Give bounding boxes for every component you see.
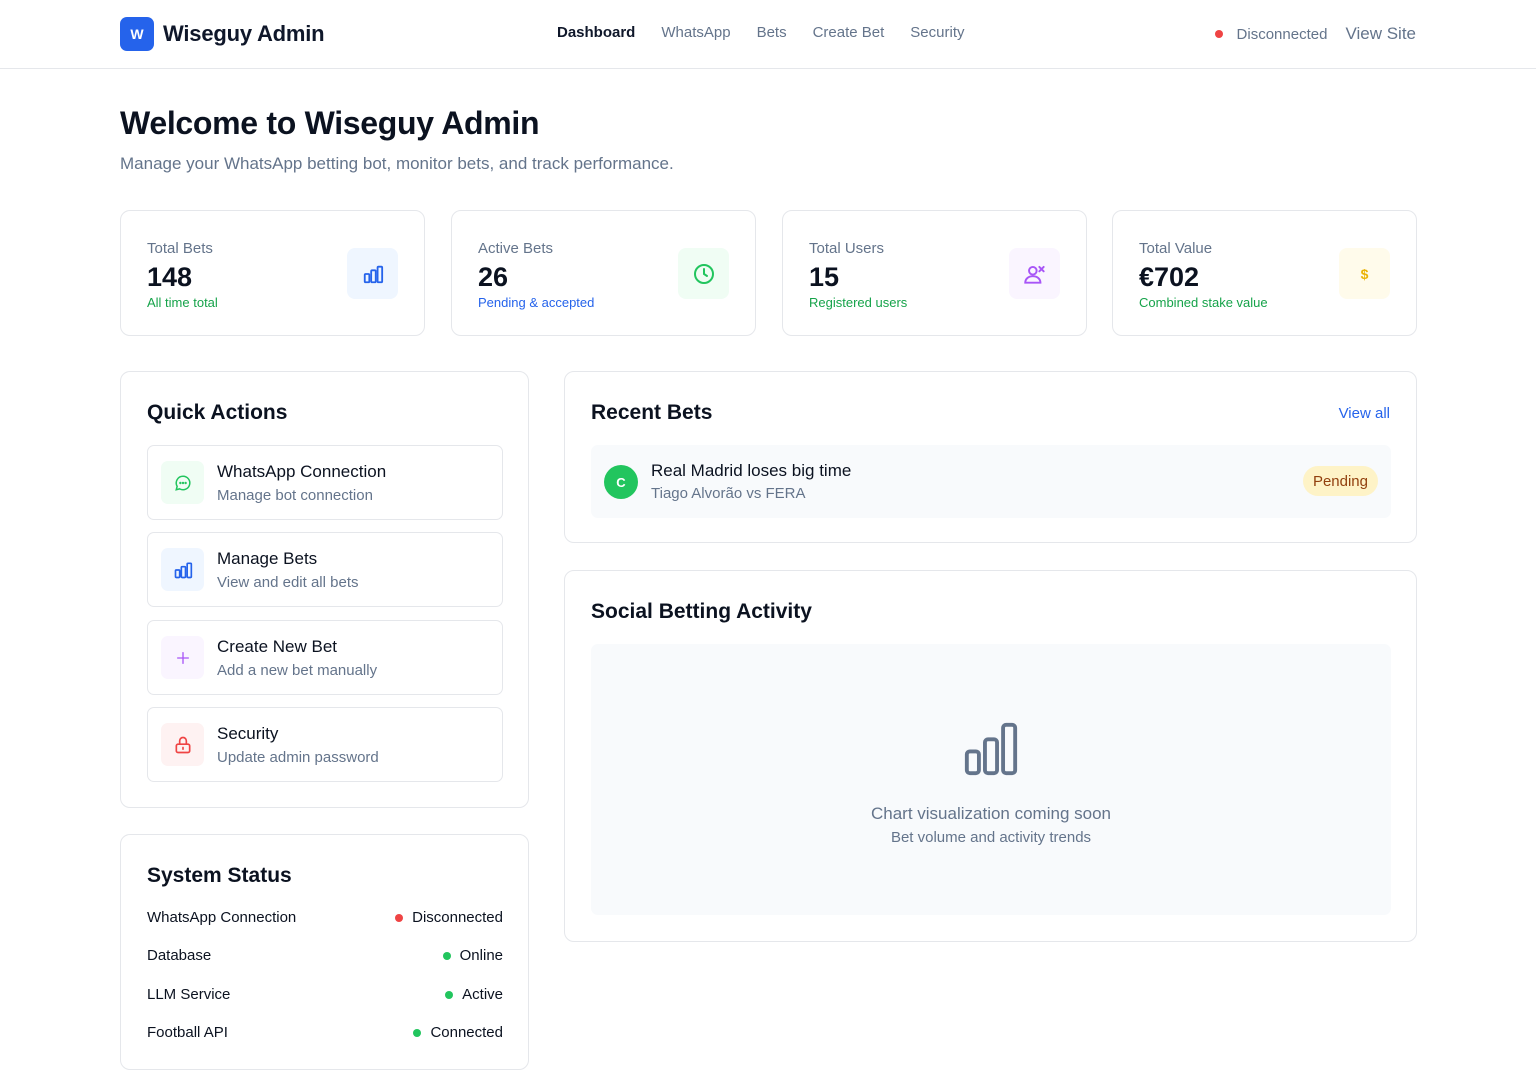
brand[interactable]: W Wiseguy Admin [120, 17, 325, 51]
avatar: C [604, 465, 638, 499]
quick-action-create-bet[interactable]: Create New Bet Add a new bet manually [147, 620, 503, 695]
clock-icon [678, 248, 729, 299]
system-status-label: Football API [147, 1024, 228, 1041]
quick-action-title: WhatsApp Connection [217, 462, 387, 481]
stat-card-total-users: Total Users 15 Registered users [782, 210, 1087, 336]
view-site-link[interactable]: View Site [1345, 24, 1416, 44]
quick-action-title: Create New Bet [217, 637, 337, 656]
system-status-text: Disconnected [412, 909, 503, 926]
header-right: Disconnected View Site [1214, 24, 1416, 44]
recent-bets-title: Recent Bets [591, 401, 713, 424]
quick-action-title: Manage Bets [217, 549, 318, 568]
nav-whatsapp[interactable]: WhatsApp [661, 24, 730, 41]
brand-logo: W [120, 17, 154, 51]
stat-value: 26 [478, 262, 509, 292]
status-badge: Pending [1302, 466, 1378, 496]
stat-value: €702 [1139, 262, 1200, 292]
system-status-text: Online [459, 947, 503, 964]
chart-placeholder-message: Chart visualization coming soon [870, 804, 1111, 823]
status-dot-icon [1214, 30, 1223, 38]
stat-note: All time total [147, 295, 218, 310]
system-status-panel: System Status WhatsApp Connection Discon… [120, 834, 529, 1070]
status-dot-icon [445, 990, 454, 999]
dollar-icon: $ [1339, 248, 1390, 299]
system-status-row-llm: LLM Service Active [147, 986, 503, 1006]
system-status-title: System Status [147, 864, 292, 887]
quick-actions-panel: Quick Actions WhatsApp Connection Manage… [120, 371, 529, 808]
brand-name: Wiseguy Admin [163, 21, 325, 46]
status-dot-icon [413, 1028, 422, 1037]
main-nav: Dashboard WhatsApp Bets Create Bet Secur… [557, 24, 964, 41]
connection-status-text: Disconnected [1236, 25, 1328, 43]
quick-action-security[interactable]: Security Update admin password [147, 707, 503, 782]
system-status-value: Disconnected [395, 909, 503, 926]
system-status-label: WhatsApp Connection [147, 909, 297, 926]
stat-note: Registered users [809, 295, 908, 310]
chart-placeholder: Chart visualization coming soon Bet volu… [591, 644, 1391, 915]
quick-action-subtitle: Update admin password [217, 749, 379, 766]
status-dot-icon [442, 951, 451, 960]
quick-action-subtitle: Add a new bet manually [217, 662, 378, 679]
chart-placeholder-subtitle: Bet volume and activity trends [890, 829, 1092, 846]
system-status-value: Connected [413, 1024, 503, 1041]
activity-title: Social Betting Activity [591, 600, 812, 623]
users-icon [1009, 248, 1060, 299]
nav-create-bet[interactable]: Create Bet [813, 24, 885, 41]
quick-action-title: Security [217, 724, 279, 743]
page-title: Welcome to Wiseguy Admin [120, 105, 540, 141]
page-subtitle: Manage your WhatsApp betting bot, monito… [120, 154, 674, 173]
connection-status: Disconnected [1214, 25, 1328, 43]
stat-label: Total Bets [147, 240, 213, 257]
quick-action-manage-bets[interactable]: Manage Bets View and edit all bets [147, 532, 503, 607]
bar-chart-icon [964, 722, 1018, 776]
bet-list-item[interactable]: C Real Madrid loses big time Tiago Alvor… [591, 445, 1391, 518]
system-status-value: Online [442, 947, 503, 964]
bet-participants: Tiago Alvorão vs FERA [651, 485, 806, 502]
quick-action-subtitle: View and edit all bets [217, 574, 359, 591]
system-status-text: Connected [430, 1024, 503, 1041]
bar-chart-icon [347, 248, 398, 299]
nav-security[interactable]: Security [910, 24, 964, 41]
system-status-value: Active [445, 986, 503, 1003]
top-navbar: W Wiseguy Admin Dashboard WhatsApp Bets … [0, 0, 1536, 69]
quick-action-subtitle: Manage bot connection [217, 487, 373, 504]
system-status-label: LLM Service [147, 986, 231, 1003]
stat-label: Total Value [1139, 240, 1213, 257]
stat-card-total-bets: Total Bets 148 All time total [120, 210, 425, 336]
status-dot-icon [395, 913, 404, 922]
quick-actions-title: Quick Actions [147, 401, 288, 424]
lock-icon [161, 723, 204, 766]
system-status-label: Database [147, 947, 212, 964]
bet-title: Real Madrid loses big time [651, 461, 852, 480]
stat-label: Total Users [809, 240, 885, 257]
stat-value: 15 [809, 262, 840, 292]
view-all-link[interactable]: View all [1339, 405, 1390, 422]
recent-bets-panel: Recent Bets View all C Real Madrid loses… [564, 371, 1417, 543]
stat-note: Combined stake value [1139, 295, 1268, 310]
stat-label: Active Bets [478, 240, 554, 257]
nav-bets[interactable]: Bets [757, 24, 787, 41]
nav-dashboard[interactable]: Dashboard [557, 24, 635, 41]
chat-icon [161, 461, 204, 504]
stat-card-active-bets: Active Bets 26 Pending & accepted [451, 210, 756, 336]
stat-note: Pending & accepted [478, 295, 595, 310]
activity-panel: Social Betting Activity Chart visualizat… [564, 570, 1417, 942]
system-status-row-football-api: Football API Connected [147, 1024, 503, 1044]
quick-action-whatsapp[interactable]: WhatsApp Connection Manage bot connectio… [147, 445, 503, 520]
system-status-row-database: Database Online [147, 947, 503, 967]
plus-icon [161, 636, 204, 679]
system-status-text: Active [462, 986, 503, 1003]
stat-card-total-value: Total Value €702 Combined stake value $ [1112, 210, 1417, 336]
stat-value: 148 [147, 262, 193, 292]
system-status-row-whatsapp: WhatsApp Connection Disconnected [147, 909, 503, 929]
bar-chart-icon [161, 548, 204, 591]
